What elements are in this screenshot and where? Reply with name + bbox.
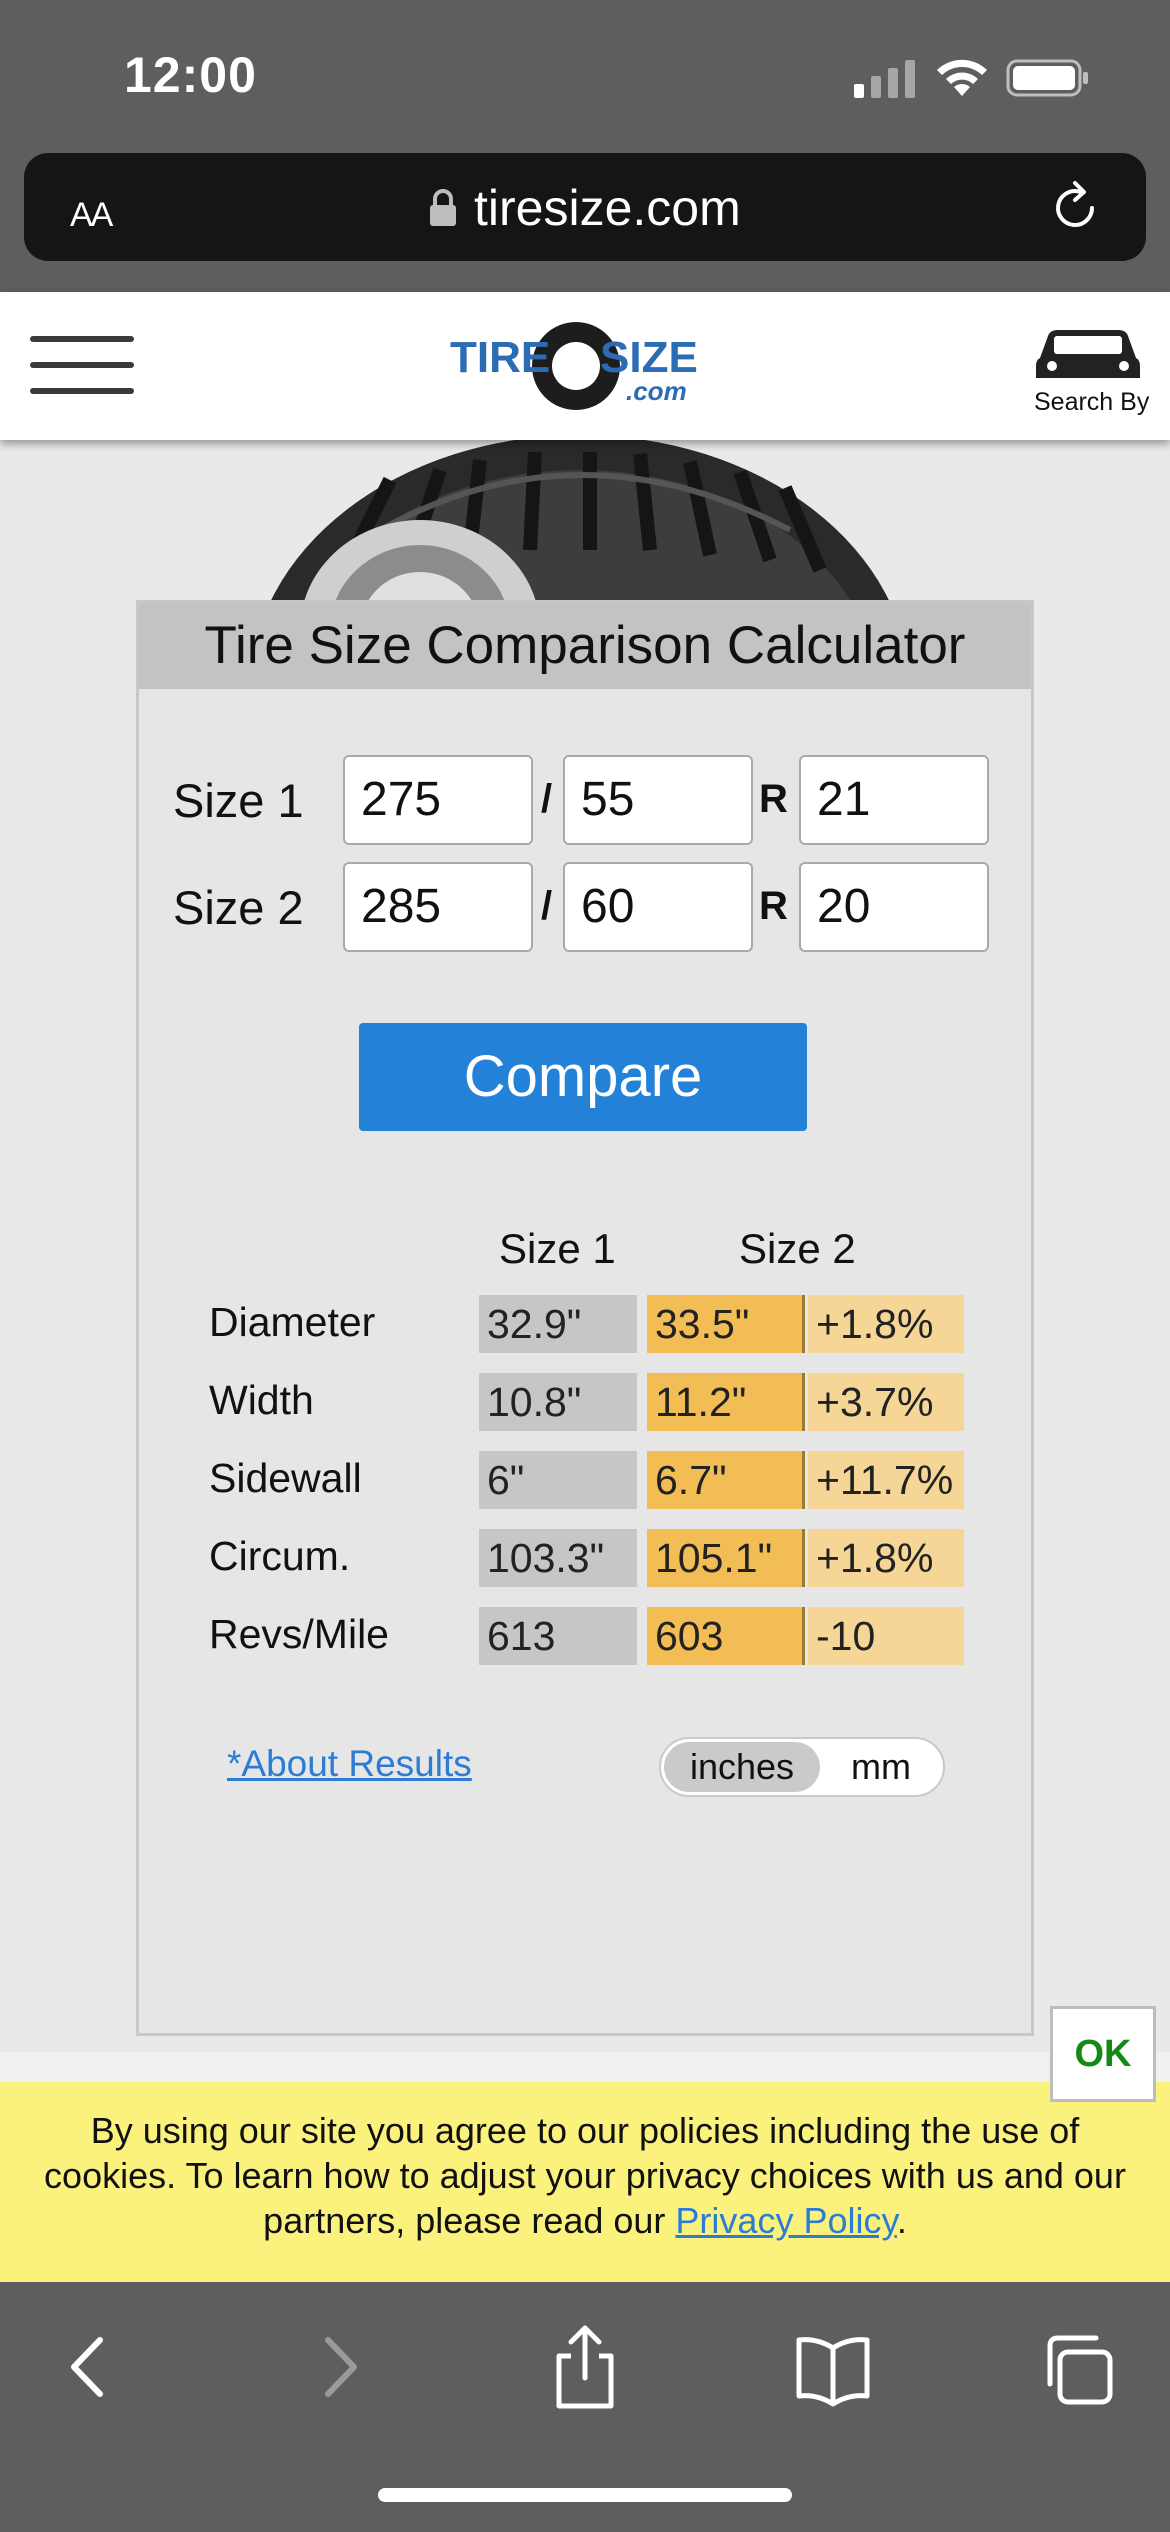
size2-rim-field[interactable]: 20 bbox=[799, 862, 989, 952]
calculator-title: Tire Size Comparison Calculator bbox=[204, 616, 966, 675]
size1-label: Size 1 bbox=[173, 774, 304, 827]
battery-icon bbox=[1006, 59, 1088, 97]
width-size1: 10.8" bbox=[479, 1373, 637, 1431]
panel-header: Tire Size Comparison Calculator bbox=[139, 603, 1031, 689]
cookie-banner-strip bbox=[0, 2052, 1170, 2082]
search-by-label[interactable]: Search By bbox=[1034, 388, 1149, 417]
revs-mile-size1: 613 bbox=[479, 1607, 637, 1665]
size2-aspect-field[interactable]: 60 bbox=[563, 862, 753, 952]
home-indicator bbox=[378, 2488, 792, 2502]
size1-slash: / bbox=[541, 777, 553, 821]
results-col-size2: Size 2 bbox=[739, 1225, 856, 1272]
text-size-button[interactable]: AA bbox=[70, 183, 113, 237]
compare-button[interactable]: Compare bbox=[359, 1023, 807, 1131]
sidewall-diff: +11.7% bbox=[808, 1451, 964, 1509]
circum-size1: 103.3" bbox=[479, 1529, 637, 1587]
cookie-ok-button[interactable]: OK bbox=[1050, 2006, 1156, 2102]
bookmarks-icon[interactable] bbox=[793, 2322, 873, 2412]
status-bar: 12:00 bbox=[0, 0, 1170, 150]
cookie-banner: By using our site you agree to our polic… bbox=[0, 2082, 1170, 2282]
reload-icon[interactable] bbox=[1048, 181, 1102, 235]
sidewall-size1: 6" bbox=[479, 1451, 637, 1509]
row-label-diameter: Diameter bbox=[209, 1299, 376, 1345]
size1-aspect-field[interactable]: 55 bbox=[563, 755, 753, 845]
tabs-icon[interactable] bbox=[1040, 2322, 1120, 2412]
diameter-diff: +1.8% bbox=[808, 1295, 964, 1353]
size1-width-field[interactable]: 275 bbox=[343, 755, 533, 845]
cookie-message: By using our site you agree to our polic… bbox=[44, 2110, 1126, 2241]
size1-r: R bbox=[759, 777, 788, 821]
diameter-size1: 32.9" bbox=[479, 1295, 637, 1353]
width-diff: +3.7% bbox=[808, 1373, 964, 1431]
cookie-text: By using our site you agree to our polic… bbox=[30, 2108, 1140, 2243]
size2-r: R bbox=[759, 884, 788, 928]
unit-toggle[interactable]: inches mm bbox=[659, 1737, 945, 1797]
size2-label: Size 2 bbox=[173, 881, 304, 934]
cellular-signal-icon bbox=[854, 60, 915, 98]
menu-icon[interactable] bbox=[30, 336, 134, 396]
share-icon[interactable] bbox=[545, 2322, 625, 2412]
row-label-revs-mile: Revs/Mile bbox=[209, 1611, 389, 1657]
forward-icon[interactable] bbox=[300, 2322, 380, 2412]
site-header: TIRE SIZE .com Search By bbox=[0, 292, 1170, 440]
address-bar[interactable]: AA tiresize.com bbox=[24, 153, 1146, 261]
results-col-size1: Size 1 bbox=[499, 1225, 616, 1272]
diameter-size2: 33.5" bbox=[647, 1295, 805, 1353]
tire-image bbox=[271, 440, 889, 600]
svg-text:SIZE: SIZE bbox=[600, 333, 698, 382]
width-size2: 11.2" bbox=[647, 1373, 805, 1431]
sidewall-size2: 6.7" bbox=[647, 1451, 805, 1509]
size2-width-field[interactable]: 285 bbox=[343, 862, 533, 952]
status-time: 12:00 bbox=[124, 47, 257, 103]
size1-rim-field[interactable]: 21 bbox=[799, 755, 989, 845]
url-domain[interactable]: tiresize.com bbox=[474, 179, 741, 237]
about-results-link[interactable]: *About Results bbox=[227, 1743, 472, 1785]
svg-text:TIRE: TIRE bbox=[450, 333, 550, 382]
row-label-width: Width bbox=[209, 1377, 314, 1423]
svg-text:.com: .com bbox=[626, 376, 687, 406]
lock-icon bbox=[430, 189, 456, 226]
size2-slash: / bbox=[541, 884, 553, 928]
unit-inches-option[interactable]: inches bbox=[664, 1742, 820, 1792]
circum-size2: 105.1" bbox=[647, 1529, 805, 1587]
tiresize-logo[interactable]: TIRE SIZE .com bbox=[448, 316, 722, 416]
row-label-sidewall: Sidewall bbox=[209, 1455, 362, 1501]
privacy-policy-link[interactable]: Privacy Policy bbox=[675, 2200, 896, 2241]
unit-mm-option[interactable]: mm bbox=[831, 1742, 931, 1792]
wifi-icon bbox=[937, 59, 987, 96]
circum-diff: +1.8% bbox=[808, 1529, 964, 1587]
revs-mile-diff: -10 bbox=[808, 1607, 964, 1665]
cookie-end: . bbox=[896, 2200, 907, 2241]
back-icon[interactable] bbox=[48, 2322, 128, 2412]
revs-mile-size2: 603 bbox=[647, 1607, 805, 1665]
car-icon[interactable] bbox=[1034, 322, 1142, 382]
calculator-panel: Tire Size Comparison Calculator Size 1 2… bbox=[136, 600, 1034, 2036]
row-label-circum: Circum. bbox=[209, 1533, 351, 1579]
